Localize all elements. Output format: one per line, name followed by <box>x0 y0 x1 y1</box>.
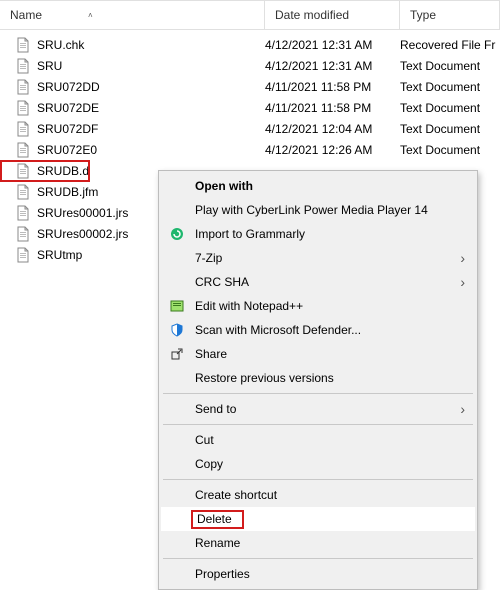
document-icon <box>15 163 31 179</box>
menu-play-with-cyberlink[interactable]: Play with CyberLink Power Media Player 1… <box>161 198 475 222</box>
menu-open-with[interactable]: Open with <box>161 174 475 198</box>
menu-separator <box>163 479 473 480</box>
menu-separator <box>163 393 473 394</box>
file-name-label: SRU.chk <box>37 38 265 52</box>
column-header-row: Name ˄ Date modified Type <box>0 0 500 30</box>
file-row[interactable]: SRU072DE4/11/2021 11:58 PMText Document <box>0 97 500 118</box>
file-date-label: 4/11/2021 11:58 PM <box>265 80 400 94</box>
file-date-label: 4/12/2021 12:26 AM <box>265 143 400 157</box>
menu-copy[interactable]: Copy <box>161 452 475 476</box>
file-type-label: Text Document <box>400 59 500 73</box>
menu-restore-versions[interactable]: Restore previous versions <box>161 366 475 390</box>
file-date-label: 4/12/2021 12:04 AM <box>265 122 400 136</box>
share-icon <box>169 346 185 362</box>
document-icon <box>15 142 31 158</box>
file-date-label: 4/12/2021 12:31 AM <box>265 59 400 73</box>
column-label: Type <box>410 8 436 22</box>
document-icon <box>15 58 31 74</box>
menu-send-to[interactable]: Send to › <box>161 397 475 421</box>
document-icon <box>15 100 31 116</box>
document-icon <box>15 226 31 242</box>
file-row[interactable]: SRU072DD4/11/2021 11:58 PMText Document <box>0 76 500 97</box>
file-name-label: SRU072DE <box>37 101 265 115</box>
file-name-label: SRU072DF <box>37 122 265 136</box>
file-date-label: 4/11/2021 11:58 PM <box>265 101 400 115</box>
sort-arrow-icon: ˄ <box>88 11 93 20</box>
file-name-label: SRU072E0 <box>37 143 265 157</box>
column-label: Name <box>10 8 42 22</box>
document-icon <box>15 184 31 200</box>
defender-shield-icon <box>169 322 185 338</box>
file-name-label: SRU <box>37 59 265 73</box>
document-icon <box>15 121 31 137</box>
file-type-label: Text Document <box>400 122 500 136</box>
menu-properties[interactable]: Properties <box>161 562 475 586</box>
menu-import-grammarly[interactable]: Import to Grammarly <box>161 222 475 246</box>
file-type-label: Text Document <box>400 101 500 115</box>
menu-create-shortcut[interactable]: Create shortcut <box>161 483 475 507</box>
menu-defender[interactable]: Scan with Microsoft Defender... <box>161 318 475 342</box>
file-name-label: SRU072DD <box>37 80 265 94</box>
file-row[interactable]: SRU072E04/12/2021 12:26 AMText Document <box>0 139 500 160</box>
file-row[interactable]: SRU4/12/2021 12:31 AMText Document <box>0 55 500 76</box>
file-type-label: Text Document <box>400 80 500 94</box>
document-icon <box>15 205 31 221</box>
file-row[interactable]: SRUDB.dat <box>0 160 90 182</box>
notepadpp-icon <box>169 298 185 314</box>
column-header-name[interactable]: Name ˄ <box>0 1 265 29</box>
submenu-arrow-icon: › <box>460 250 465 266</box>
menu-crc-sha[interactable]: CRC SHA › <box>161 270 475 294</box>
menu-rename[interactable]: Rename <box>161 531 475 555</box>
column-header-date[interactable]: Date modified <box>265 1 400 29</box>
menu-7zip[interactable]: 7-Zip › <box>161 246 475 270</box>
grammarly-icon <box>169 226 185 242</box>
file-name-label: SRUDB.dat <box>37 164 88 178</box>
menu-share[interactable]: Share <box>161 342 475 366</box>
menu-cut[interactable]: Cut <box>161 428 475 452</box>
document-icon <box>15 247 31 263</box>
menu-delete[interactable]: Delete <box>161 507 475 531</box>
submenu-arrow-icon: › <box>460 401 465 417</box>
context-menu: Open with Play with CyberLink Power Medi… <box>158 170 478 590</box>
column-header-type[interactable]: Type <box>400 1 500 29</box>
document-icon <box>15 79 31 95</box>
menu-separator <box>163 424 473 425</box>
file-date-label: 4/12/2021 12:31 AM <box>265 38 400 52</box>
file-type-label: Text Document <box>400 143 500 157</box>
submenu-arrow-icon: › <box>460 274 465 290</box>
menu-notepadpp[interactable]: Edit with Notepad++ <box>161 294 475 318</box>
file-type-label: Recovered File Fr <box>400 38 500 52</box>
file-row[interactable]: SRU.chk4/12/2021 12:31 AMRecovered File … <box>0 34 500 55</box>
menu-separator <box>163 558 473 559</box>
column-label: Date modified <box>275 8 349 22</box>
document-icon <box>15 37 31 53</box>
file-row[interactable]: SRU072DF4/12/2021 12:04 AMText Document <box>0 118 500 139</box>
